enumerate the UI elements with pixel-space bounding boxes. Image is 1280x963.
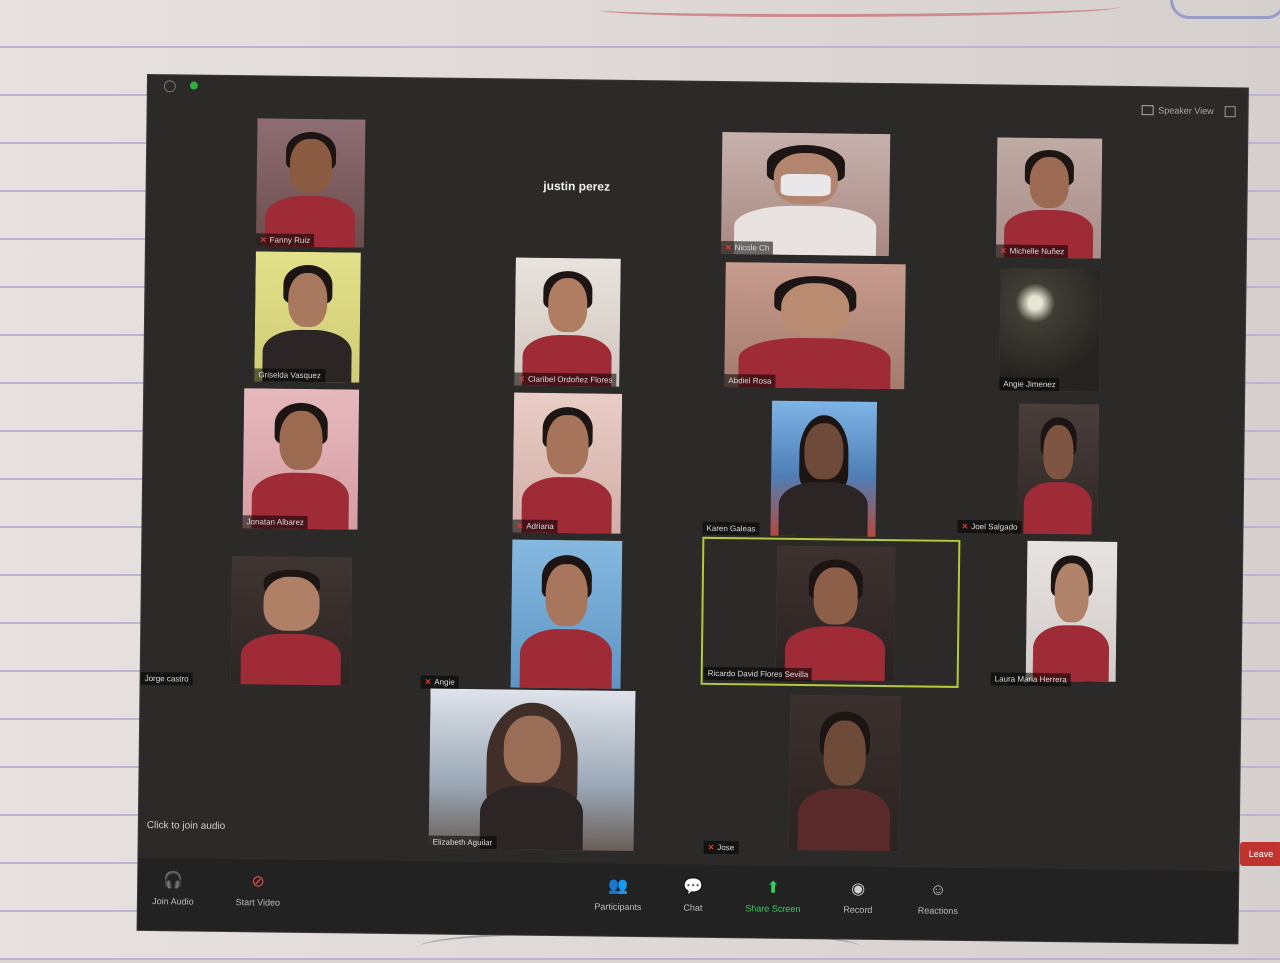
fullscreen-icon[interactable] bbox=[1224, 106, 1236, 118]
participant-tile[interactable]: ✕ Jose bbox=[703, 694, 906, 856]
participant-tile[interactable]: ✕ Joel Salgado bbox=[957, 403, 1100, 535]
mic-muted-icon: ✕ bbox=[707, 842, 715, 852]
participant-name-label: ✕ Fanny Ruiz bbox=[255, 233, 315, 248]
participant-tile[interactable]: ✕ Claribel Ordoñez Flores bbox=[514, 257, 621, 387]
mic-muted-icon: ✕ bbox=[259, 235, 267, 245]
view-mode-label: Speaker View bbox=[1158, 105, 1214, 117]
participant-name-label: ✕ Angie bbox=[420, 675, 459, 689]
face-mask bbox=[780, 174, 832, 197]
participant-tile[interactable]: ✕ Nicole Ch bbox=[720, 132, 891, 257]
share-screen-icon: ⬆ bbox=[766, 879, 780, 897]
participant-name-label: ✕ Claribel Ordoñez Flores bbox=[514, 372, 617, 387]
join-audio-button[interactable]: 🎧 Join Audio bbox=[138, 872, 208, 907]
encryption-shield-icon[interactable] bbox=[189, 81, 198, 90]
meeting-controls-bar: 🎧 Join Audio ⊘ Start Video 👥 Participant… bbox=[137, 857, 1239, 944]
people-icon: 👥 bbox=[608, 877, 629, 895]
participant-tile[interactable]: Jorge castro bbox=[140, 550, 358, 688]
participant-tile[interactable]: ✕ Angie bbox=[420, 538, 623, 690]
participant-name-label: Jorge castro bbox=[140, 671, 193, 686]
participant-name-label: Karen Galeas bbox=[702, 521, 760, 536]
participant-name-label: Elizabeth Aguilar bbox=[428, 835, 497, 850]
participant-name-label: Abdiel Rosa bbox=[724, 374, 776, 388]
headphones-icon: 🎧 bbox=[163, 872, 184, 890]
participant-name-label: ✕ Jose bbox=[703, 840, 739, 855]
participant-tile[interactable]: Elizabeth Aguilar bbox=[428, 688, 636, 851]
participants-button[interactable]: 👥 Participants bbox=[583, 877, 653, 912]
participant-tile-no-video[interactable]: justin perez bbox=[426, 120, 728, 252]
video-off-icon: ⊘ bbox=[251, 873, 265, 891]
participant-name-label: Angie Jimenez bbox=[999, 377, 1060, 392]
participant-tile[interactable]: Griselda Vasquez bbox=[254, 251, 361, 383]
share-screen-button[interactable]: ⬆ Share Screen bbox=[738, 879, 808, 914]
participant-tile[interactable]: Laura Maria Herrera bbox=[990, 540, 1118, 687]
participant-name-label: ✕ Adriana bbox=[512, 519, 558, 534]
reactions-button[interactable]: ☺ Reactions bbox=[903, 881, 973, 916]
view-mode-button[interactable]: Speaker View bbox=[1141, 105, 1214, 117]
participant-name-label: Ricardo David Flores Sevilla bbox=[703, 666, 813, 682]
mic-muted-icon: ✕ bbox=[961, 521, 969, 532]
chat-button[interactable]: 💬 Chat bbox=[658, 878, 728, 913]
participant-name-label: ✕ Michelle Nuñez bbox=[995, 244, 1069, 259]
mic-muted-icon: ✕ bbox=[424, 677, 432, 687]
info-icon[interactable] bbox=[163, 80, 176, 93]
participant-name-label: Jonatan Albarez bbox=[242, 515, 308, 529]
participant-tile[interactable]: ✕ Michelle Nuñez bbox=[995, 137, 1103, 259]
mic-muted-icon: ✕ bbox=[518, 374, 526, 384]
participant-tile[interactable]: Jonatan Albarez bbox=[242, 388, 360, 530]
start-video-button[interactable]: ⊘ Start Video bbox=[223, 873, 293, 908]
participant-name: justin perez bbox=[543, 178, 611, 194]
participant-name-label: ✕ Joel Salgado bbox=[957, 519, 1022, 534]
grid-view-icon bbox=[1141, 105, 1154, 116]
record-button[interactable]: ◉ Record bbox=[823, 880, 893, 915]
mic-muted-icon: ✕ bbox=[516, 521, 524, 531]
mic-muted-icon: ✕ bbox=[724, 243, 732, 253]
participant-name-label: Griselda Vasquez bbox=[254, 368, 325, 383]
participant-name-label: Laura Maria Herrera bbox=[990, 672, 1071, 687]
participant-tile-active-speaker[interactable]: Ricardo David Flores Sevilla bbox=[700, 536, 961, 688]
record-icon: ◉ bbox=[851, 880, 866, 898]
mic-muted-icon: ✕ bbox=[999, 246, 1007, 256]
chat-bubble-icon: 💬 bbox=[683, 878, 704, 896]
participant-tile[interactable]: ✕ Adriana bbox=[512, 392, 623, 534]
join-audio-tooltip[interactable]: Click to join audio bbox=[139, 810, 287, 842]
participant-name-label: ✕ Nicole Ch bbox=[720, 241, 774, 255]
zoom-meeting-window: Speaker View ✕ Fanny Ruiz justin perez ✕… bbox=[137, 75, 1248, 944]
participant-tile[interactable]: Angie Jimenez bbox=[999, 268, 1101, 392]
participant-tile[interactable]: Karen Galeas bbox=[702, 400, 879, 537]
leave-meeting-button[interactable]: Leave bbox=[1240, 842, 1280, 866]
paper-ink-scribble bbox=[1170, 0, 1280, 19]
participant-tile[interactable]: ✕ Fanny Ruiz bbox=[255, 118, 366, 248]
smiley-icon: ☺ bbox=[929, 881, 947, 899]
participant-tile[interactable]: Abdiel Rosa bbox=[724, 262, 906, 390]
